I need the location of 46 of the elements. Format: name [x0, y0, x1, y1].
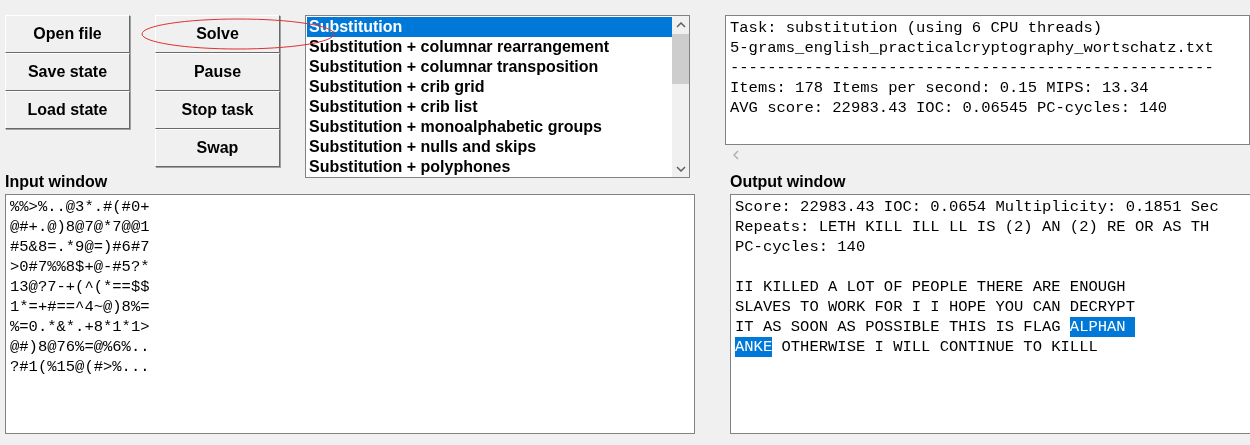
action-button[interactable]: Save state [5, 53, 130, 91]
output-line: Repeats: LETH KILL ILL LL IS (2) AN (2) RE OR AS TH [735, 217, 1211, 237]
status-line: 5-grams_english_practicalcryptography_wortschatz.txt [730, 38, 1215, 58]
status-line: Task: substitution (using 6 CPU threads) [730, 18, 1104, 38]
task-list-item[interactable]: Substitution + columnar rearrangement [307, 37, 672, 57]
input-line: #5&8=.*9@=)#6#7 [10, 237, 151, 257]
task-list-item[interactable]: Substitution + monoalphabetic groups [307, 117, 672, 137]
status-line: ---------------------------------------------------- [730, 58, 1215, 78]
task-list-item[interactable]: Substitution + nulls and skips [307, 137, 672, 157]
input-text-area[interactable]: %%>%..@3*.#(#0+ @#+.@)8@7@*7@@1 #5&8=.*9@=)#6#7 >0#7%%8$+@-#5?* 13@?7-+(^(*==$$ 1*=+#==^4~@)8%= %=0.*&*.+8*1*1> @#)8@76%=@%6%.. ?#1(%15@(#>%... [5, 194, 695, 434]
action-button[interactable]: Solve [155, 15, 280, 53]
scroll-thumb[interactable] [672, 34, 689, 84]
output-text-area[interactable] [730, 194, 1250, 434]
status-line: AVG score: 22983.43 IOC: 0.06545 PC-cycles: 140 [730, 98, 1169, 118]
scroll-down-icon[interactable] [675, 166, 686, 172]
input-line: %%>%..@3*.#(#0+ [10, 197, 151, 217]
output-line: IT AS SOON AS POSSIBLE THIS IS FLAG [735, 317, 1062, 337]
input-line: @#+.@)8@7@*7@@1 [10, 217, 151, 237]
input-line: ?#1(%15@(#>%... [10, 357, 151, 377]
action-button[interactable]: Open file [5, 15, 130, 53]
task-list-item[interactable]: Substitution + crib list [307, 97, 672, 117]
output-line: SLAVES TO WORK FOR I I HOPE YOU CAN DECRYPT [735, 297, 1135, 317]
action-button[interactable]: Load state [5, 91, 130, 129]
scroll-up-icon[interactable] [675, 22, 686, 28]
action-button[interactable]: Swap [155, 129, 280, 167]
selected-text: ANKE [735, 337, 773, 357]
action-button[interactable]: Pause [155, 53, 280, 91]
task-list-item[interactable]: Substitution + crib grid [307, 77, 672, 97]
task-list-item[interactable]: Substitution [307, 17, 672, 37]
input-label: Input window [5, 172, 108, 192]
status-line: Items: 178 Items per second: 0.15 MIPS: 13.34 [730, 78, 1150, 98]
action-button[interactable]: Stop task [155, 91, 280, 129]
output-label: Output window [730, 172, 846, 192]
input-line: %=0.*&*.+8*1*1> [10, 317, 151, 337]
output-line: II KILLED A LOT OF PEOPLE THERE ARE ENOUGH [735, 277, 1126, 297]
input-line: >0#7%%8$+@-#5?* [10, 257, 151, 277]
input-line: 1*=+#==^4~@)8%= [10, 297, 151, 317]
task-list-item[interactable]: Substitution + polyphones [307, 157, 672, 177]
scrollbar[interactable] [672, 16, 689, 177]
task-list-item[interactable]: Substitution + columnar transposition [307, 57, 672, 77]
selected-text: ALPHAN [1069, 317, 1135, 337]
input-line: 13@?7-+(^(*==$$ [10, 277, 151, 297]
input-line: @#)8@76%=@%6%.. [10, 337, 151, 357]
output-line: OTHERWISE I WILL CONTINUE TO KILLL [780, 337, 1098, 357]
output-line: PC-cycles: 140 [735, 237, 867, 257]
output-line: Score: 22983.43 IOC: 0.0654 Multiplicity: 0.1851 Sec [735, 197, 1220, 217]
